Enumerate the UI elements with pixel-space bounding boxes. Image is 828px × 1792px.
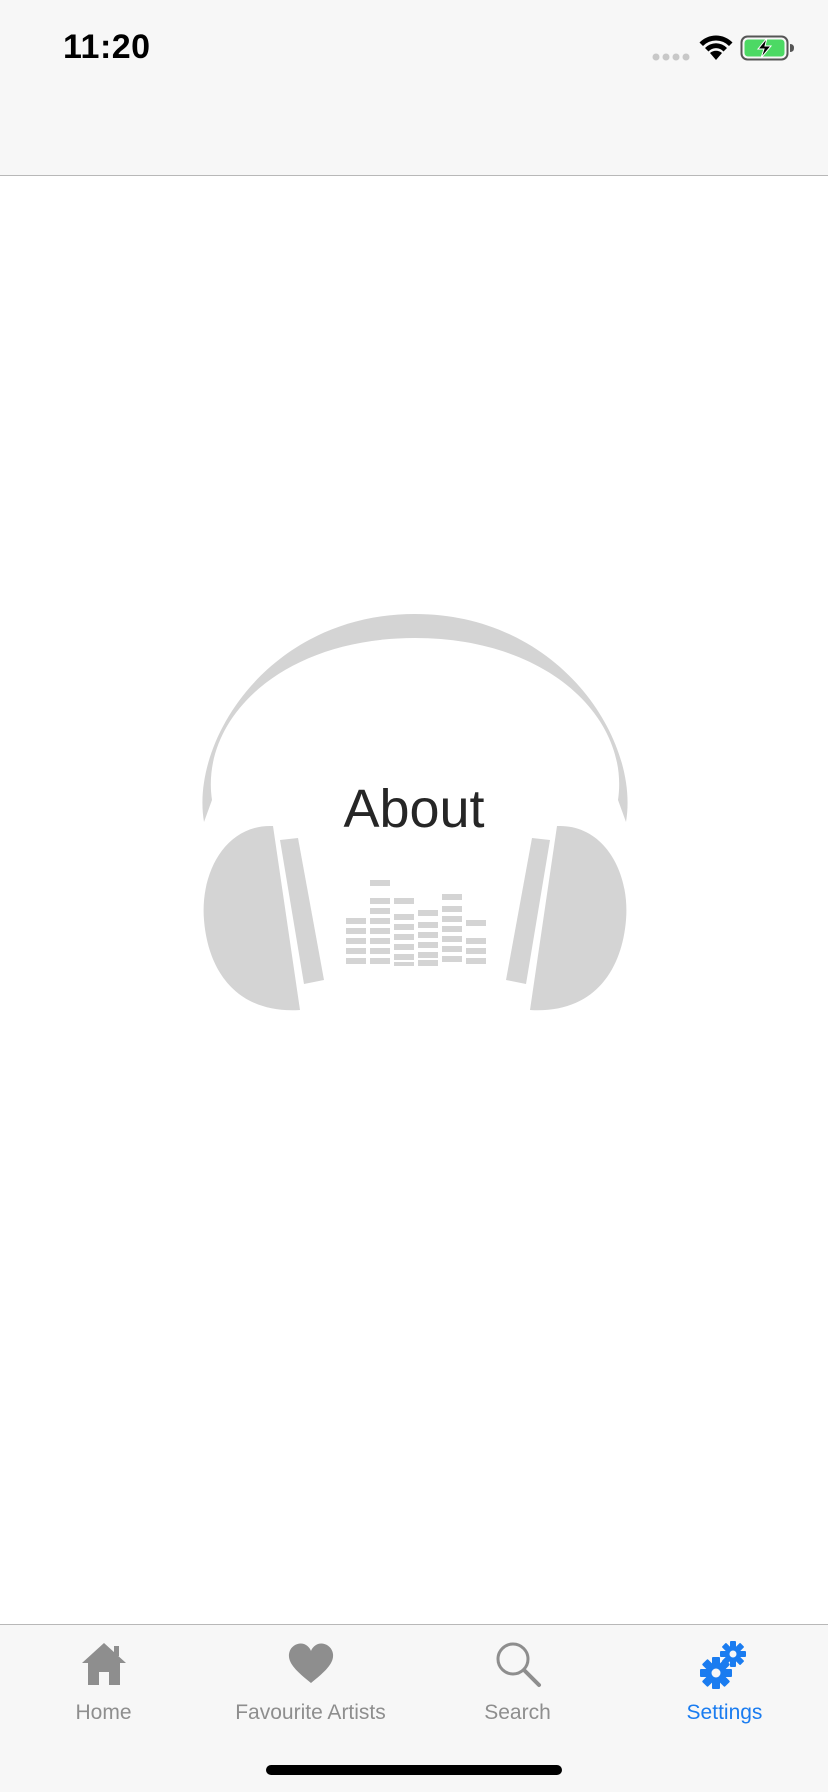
- tab-search[interactable]: Search: [414, 1625, 621, 1737]
- tab-label-favourite-artists: Favourite Artists: [235, 1701, 386, 1724]
- tab-label-home: Home: [75, 1701, 132, 1724]
- home-indicator[interactable]: [266, 1765, 562, 1775]
- tab-settings[interactable]: Settings: [621, 1625, 828, 1737]
- search-icon: [496, 1642, 541, 1687]
- gears-icon: [699, 1641, 746, 1689]
- tab-home[interactable]: Home: [0, 1625, 207, 1737]
- tab-favourite-artists[interactable]: Favourite Artists: [207, 1625, 414, 1737]
- about-title: About: [343, 779, 485, 839]
- home-icon: [81, 1643, 126, 1685]
- battery-charging-icon: [740, 35, 794, 61]
- status-time: 11:20: [63, 28, 151, 66]
- tab-label-settings: Settings: [686, 1701, 763, 1724]
- heart-icon: [288, 1643, 333, 1683]
- status-bar: 11:20: [0, 0, 828, 176]
- tab-label-search: Search: [484, 1701, 551, 1724]
- wifi-icon: [699, 35, 733, 60]
- signal-dots-icon: [652, 53, 690, 61]
